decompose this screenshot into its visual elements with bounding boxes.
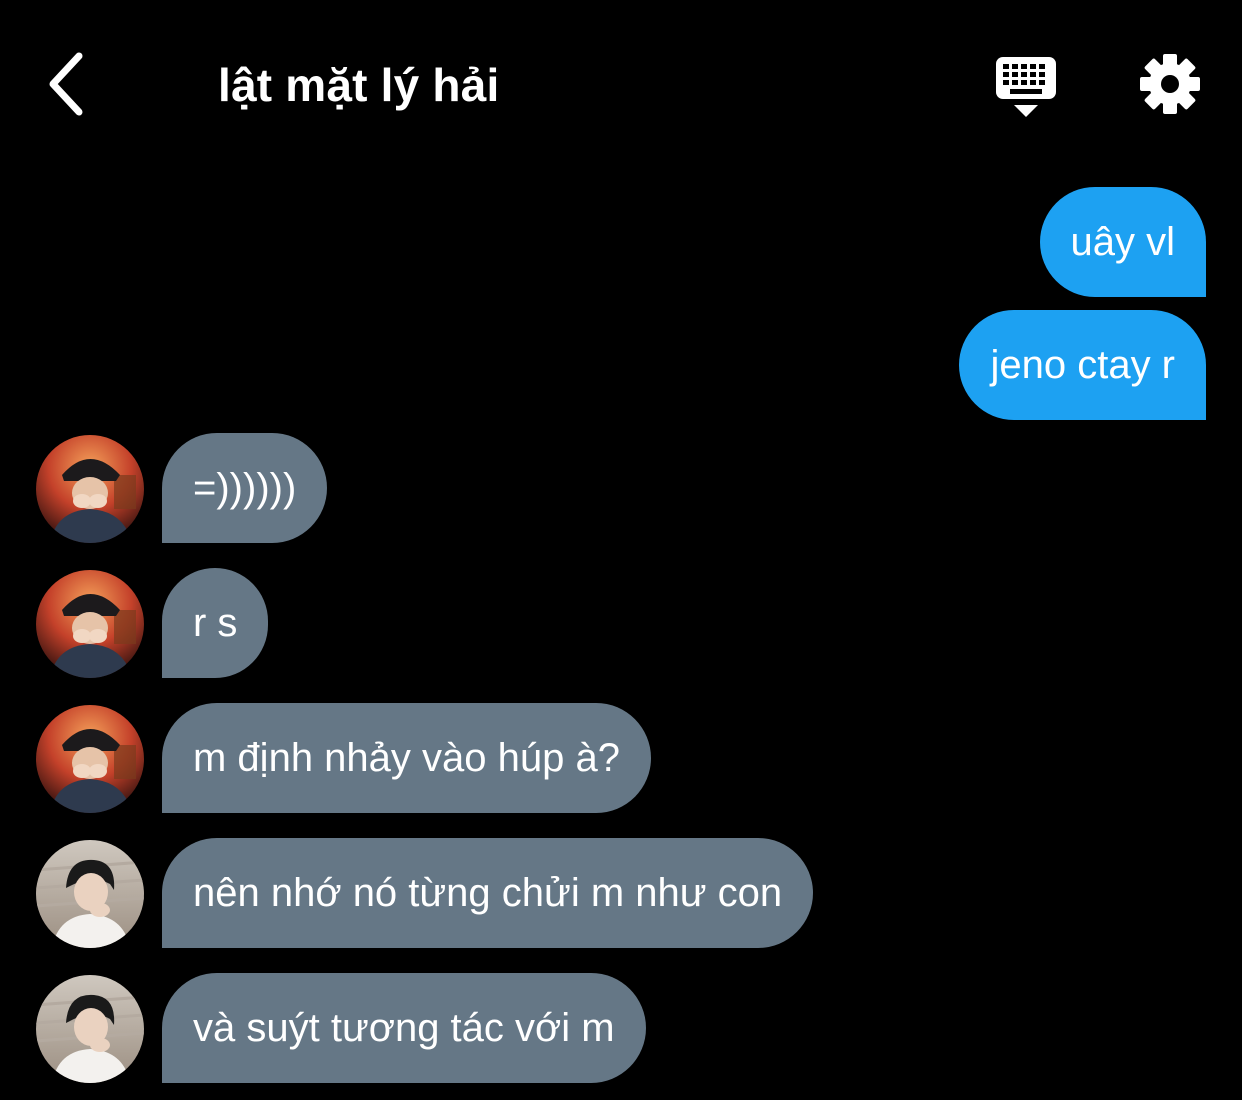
avatar-user-b[interactable] <box>36 840 144 948</box>
settings-button[interactable] <box>1138 52 1202 116</box>
gear-icon <box>1140 54 1200 114</box>
chevron-left-icon <box>49 52 83 116</box>
keyboard-toggle-button[interactable] <box>992 54 1060 120</box>
back-button[interactable] <box>36 46 96 122</box>
conversation-header: lật mặt lý hải <box>0 0 1242 170</box>
avatar-user-a[interactable] <box>36 435 144 543</box>
avatar-user-a-image <box>36 705 144 813</box>
avatar-user-b-image <box>36 840 144 948</box>
avatar-user-b[interactable] <box>36 975 144 1083</box>
message-bubble-incoming[interactable]: nên nhớ nó từng chửi m như con <box>162 838 814 948</box>
avatar-user-a-image <box>36 570 144 678</box>
avatar-user-a[interactable] <box>36 705 144 813</box>
conversation-title: lật mặt lý hải <box>218 59 500 111</box>
message-bubble-outgoing[interactable]: uây vl <box>1039 187 1206 297</box>
message-bubble-incoming[interactable]: =)))))) <box>162 433 328 543</box>
avatar-user-b-image <box>36 975 144 1083</box>
avatar-user-a[interactable] <box>36 570 144 678</box>
message-bubble-incoming[interactable]: m định nhảy vào húp à? <box>162 703 651 813</box>
message-bubble-incoming[interactable]: r s <box>162 568 269 678</box>
keyboard-icon <box>996 57 1056 117</box>
message-bubble-incoming[interactable]: và suýt tương tác với m <box>162 973 646 1083</box>
message-bubble-outgoing[interactable]: jeno ctay r <box>959 310 1206 420</box>
avatar-user-a-image <box>36 435 144 543</box>
